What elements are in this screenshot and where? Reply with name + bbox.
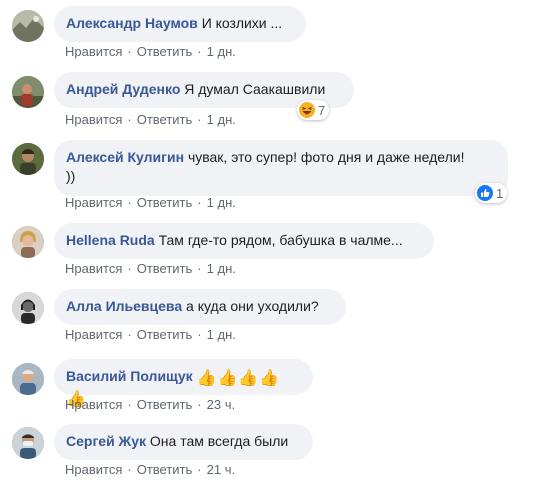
comment-actions: Нравится · Ответить · 1 дн.	[65, 327, 236, 342]
reply-link[interactable]: Ответить	[137, 112, 193, 127]
separator: ·	[127, 397, 132, 412]
separator: ·	[197, 261, 202, 276]
comment-bubble: Hellena Ruda Там где-то рядом, бабушка в…	[54, 223, 434, 259]
reply-link[interactable]: Ответить	[137, 261, 193, 276]
separator: ·	[127, 261, 132, 276]
avatar[interactable]	[12, 363, 44, 395]
comment-time[interactable]: 21 ч.	[207, 462, 235, 477]
comment-text-line2: ))	[66, 168, 76, 184]
separator: ·	[197, 195, 202, 210]
comment-author[interactable]: Андрей Дуденко	[66, 81, 180, 97]
comment-actions: Нравится · Ответить · 1 дн.	[65, 44, 236, 59]
comment-text: Там где-то рядом, бабушка в чалме...	[158, 232, 403, 248]
like-link[interactable]: Нравится	[65, 195, 122, 210]
separator: ·	[127, 327, 132, 342]
reply-link[interactable]: Ответить	[137, 44, 193, 59]
reaction-count: 7	[318, 102, 326, 118]
comment-actions: Нравится · Ответить · 1 дн.	[65, 112, 236, 127]
like-link[interactable]: Нравится	[65, 112, 122, 127]
comment-bubble: Сергей Жук Она там всегда были	[54, 424, 313, 460]
comment-actions: Нравится · Ответить · 1 дн.	[65, 261, 236, 276]
comment-time[interactable]: 23 ч.	[207, 397, 235, 412]
comment-text: Я думал Саакашвили	[184, 81, 326, 97]
comment-author[interactable]: Александр Наумов	[66, 15, 198, 31]
reply-link[interactable]: Ответить	[137, 195, 193, 210]
like-link[interactable]: Нравится	[65, 327, 122, 342]
comment-time[interactable]: 1 дн.	[207, 44, 236, 59]
comment-author[interactable]: Василий Полищук	[66, 368, 193, 384]
comment-text: чувак, это супер! фото дня и даже недели…	[187, 149, 465, 165]
like-link[interactable]: Нравится	[65, 397, 122, 412]
avatar[interactable]	[12, 143, 44, 175]
separator: ·	[197, 397, 202, 412]
comment-text: И козлихи ...	[201, 15, 283, 31]
avatar[interactable]	[12, 76, 44, 108]
comment-text: а куда они уходили?	[186, 298, 319, 314]
separator: ·	[127, 195, 132, 210]
comment-time[interactable]: 1 дн.	[207, 327, 236, 342]
comment-author[interactable]: Hellena Ruda	[66, 232, 155, 248]
separator: ·	[197, 112, 202, 127]
separator: ·	[197, 327, 202, 342]
reply-link[interactable]: Ответить	[137, 462, 193, 477]
reaction-badge[interactable]: 7	[297, 100, 330, 120]
like-icon	[477, 185, 493, 201]
separator: ·	[127, 112, 132, 127]
avatar[interactable]	[12, 226, 44, 258]
comment-bubble: Василий Полищук 👍👍👍👍👍	[54, 359, 313, 408]
avatar[interactable]	[12, 10, 44, 42]
comment-author[interactable]: Алла Ильевцева	[66, 298, 182, 314]
comment-author[interactable]: Сергей Жук	[66, 433, 146, 449]
haha-icon	[299, 102, 315, 118]
comment-time[interactable]: 1 дн.	[207, 195, 236, 210]
comment-bubble: Алла Ильевцева а куда они уходили?	[54, 289, 346, 325]
comment-actions: Нравится · Ответить · 1 дн.	[65, 195, 236, 210]
reaction-badge[interactable]: 1	[475, 183, 508, 203]
comment-bubble: Алексей Кулигин чувак, это супер! фото д…	[54, 140, 508, 196]
avatar[interactable]	[12, 427, 44, 459]
separator: ·	[127, 462, 132, 477]
like-link[interactable]: Нравится	[65, 261, 122, 276]
like-link[interactable]: Нравится	[65, 462, 122, 477]
comment-time[interactable]: 1 дн.	[207, 112, 236, 127]
comment-actions: Нравится · Ответить · 23 ч.	[65, 397, 235, 412]
separator: ·	[197, 462, 202, 477]
comment-actions: Нравится · Ответить · 21 ч.	[65, 462, 235, 477]
comment-time[interactable]: 1 дн.	[207, 261, 236, 276]
separator: ·	[127, 44, 132, 59]
reply-link[interactable]: Ответить	[137, 397, 193, 412]
like-link[interactable]: Нравится	[65, 44, 122, 59]
comment-author[interactable]: Алексей Кулигин	[66, 149, 184, 165]
comment-bubble: Александр Наумов И козлихи ...	[54, 6, 306, 42]
avatar[interactable]	[12, 292, 44, 324]
comment-text: Она там всегда были	[149, 433, 289, 449]
separator: ·	[197, 44, 202, 59]
reply-link[interactable]: Ответить	[137, 327, 193, 342]
reaction-count: 1	[496, 185, 504, 201]
